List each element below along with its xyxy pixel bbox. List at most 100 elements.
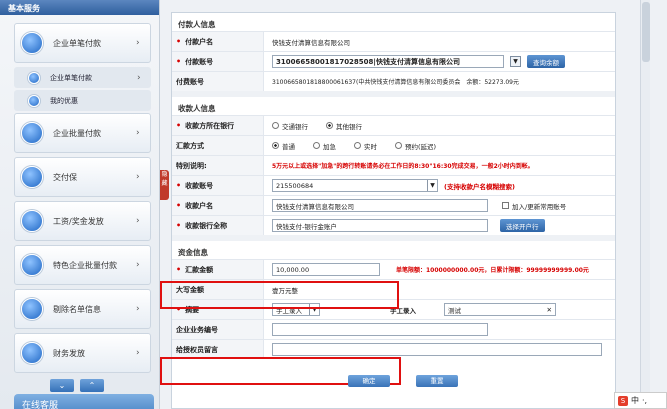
sidebar-header: 基本服务 (0, 0, 159, 15)
batch-payment-icon (21, 122, 43, 144)
add-frequent-account-checkbox[interactable]: 加入/更新常用账号 (502, 201, 566, 211)
sidebar-item-label: 交付保 (53, 172, 77, 182)
payer-voucher-value: 3100665801818800061637(中共快钱支付清算信息有限公司委员会 (272, 79, 461, 86)
sidebar-item-exclude-list[interactable]: 剔除名单信息 › (14, 289, 151, 329)
required-icon: • (176, 221, 182, 230)
payee-method-label: 汇款方式 (176, 141, 204, 150)
method-option-scheduled[interactable]: 预约(延迟) (395, 141, 436, 151)
special-batch-icon (21, 254, 43, 276)
sidebar-item-salary[interactable]: 工资/奖金发放 › (14, 201, 151, 241)
payee-bank-label: 收款银行全称 (185, 221, 228, 230)
payment-form: 付款人信息 • 付款户名 快钱支付清算信息有限公司 • 付款账号 310066580… (171, 12, 616, 409)
chevron-down-icon[interactable]: ▼ (427, 180, 437, 191)
bank-option-other[interactable]: 其他银行 (326, 121, 362, 131)
required-icon: • (176, 57, 182, 66)
sidebar-list: 企业单笔付款 › 企业单笔付款 › 我的优惠 企业批量付款 › 交付保 › 工资… (0, 15, 159, 392)
payee-bank-row: • 收款银行全称 快钱支付-银行金账户 选择开户行 (172, 215, 615, 235)
biz-no-row: 企业业务编号 (172, 319, 615, 339)
required-icon: • (176, 265, 182, 274)
chevron-right-icon: › (136, 172, 140, 182)
checkbox-icon (502, 202, 509, 209)
sidebar-item-finance[interactable]: 财务发放 › (14, 333, 151, 373)
offer-icon (28, 94, 40, 107)
scroll-down-button[interactable]: ⌄ (50, 379, 74, 392)
chevron-right-icon: › (136, 38, 140, 48)
transfer-icon (28, 71, 40, 84)
sidebar-item-special-batch[interactable]: 特色企业批量付款 › (14, 245, 151, 285)
method-option-urgent[interactable]: 加急 (313, 141, 336, 151)
ime-mode[interactable]: 中 (631, 395, 639, 406)
sidebar-subitem-single-payment[interactable]: 企业单笔付款 › (14, 67, 151, 88)
payee-name-row: • 收款户名 快钱支付清算信息有限公司 加入/更新常用账号 (172, 195, 615, 215)
chevron-right-icon: › (137, 72, 141, 83)
sidebar-item-jiaofubao[interactable]: 交付保 › (14, 157, 151, 197)
sidebar-item-label: 企业单笔付款 (50, 73, 92, 82)
sidebar-subitem-my-offers[interactable]: 我的优惠 (14, 90, 151, 111)
payee-bank-type-row: • 收款方所在银行 交通银行 其他银行 (172, 115, 615, 135)
chevron-right-icon: › (136, 304, 140, 314)
payee-bank-input[interactable]: 快钱支付-银行金账户 (272, 219, 488, 232)
radio-icon (272, 122, 279, 129)
payee-bank-type-label: 收款方所在银行 (185, 121, 235, 130)
method-option-normal[interactable]: 普通 (272, 141, 295, 151)
message-row: 给授权员留言 (172, 339, 615, 359)
scroll-up-button[interactable]: ⌃ (80, 379, 104, 392)
sidebar-item-label: 企业批量付款 (53, 128, 101, 138)
payee-account-hint: (支持收款户名模糊搜索) (444, 182, 515, 191)
collapse-sidebar-tab[interactable]: 隐藏 (160, 170, 169, 200)
payee-notice-row: 特别说明: 5万元以上或选择"加急"的跨行转账请务必在工作日的8:30"16:3… (172, 155, 615, 175)
sidebar-item-label: 特色企业批量付款 (53, 260, 117, 270)
ime-punct[interactable]: ·, (642, 396, 647, 405)
chevron-right-icon: › (136, 348, 140, 358)
radio-icon (395, 142, 402, 149)
payer-voucher-label: 付费账号 (176, 77, 204, 86)
sidebar-item-single-payment[interactable]: 企业单笔付款 › (14, 23, 151, 63)
payee-name-input[interactable]: 快钱支付清算信息有限公司 (272, 199, 488, 212)
sidebar-item-label: 企业单笔付款 (53, 38, 101, 48)
close-icon[interactable]: ✕ (547, 306, 552, 314)
confirm-button[interactable]: 确定 (348, 375, 390, 387)
payer-account-select[interactable]: 31006658001817028508|快钱支付清算信息有限公司 (272, 55, 504, 68)
app-root: 基本服务 企业单笔付款 › 企业单笔付款 › 我的优惠 企业批量付款 › 交付保… (0, 0, 667, 409)
payer-balance: 余额：52273.09元 (466, 79, 519, 86)
amount-row: • 汇款金额 10,000.00 单笔限额：1000000000.00元，日累计限… (172, 259, 615, 279)
radio-checked-icon (326, 122, 333, 129)
memo-input[interactable]: 测试 ✕ (444, 303, 556, 316)
biz-no-input[interactable] (272, 323, 488, 336)
payee-account-input[interactable]: 215500684 ▼ (272, 179, 438, 192)
scrollbar-thumb[interactable] (642, 2, 650, 62)
chevron-right-icon: › (136, 260, 140, 270)
online-service-button[interactable]: 在线客服 (14, 394, 154, 409)
sidebar-item-label: 工资/奖金发放 (53, 216, 104, 226)
payee-notice-label: 特别说明: (176, 161, 207, 170)
payee-method-row: 汇款方式 普通 加急 实时 预约(延迟) (172, 135, 615, 155)
select-bank-button[interactable]: 选择开户行 (500, 219, 545, 232)
payee-section: 收款人信息 • 收款方所在银行 交通银行 其他银行 汇款方式 普通 加急 实时 预… (172, 97, 615, 241)
reset-button[interactable]: 重置 (416, 375, 458, 387)
sidebar-item-label: 财务发放 (53, 348, 85, 358)
form-footer: 确定 重置 (176, 375, 458, 387)
payer-name-row: • 付款户名 快钱支付清算信息有限公司 (172, 31, 615, 51)
bank-option-jiaotong[interactable]: 交通银行 (272, 121, 308, 131)
sogou-icon: S (618, 395, 628, 406)
required-icon: • (176, 121, 182, 130)
highlight-amount-box (160, 281, 399, 309)
query-balance-button[interactable]: 查询余额 (527, 55, 565, 68)
salary-icon (21, 210, 43, 232)
amount-limit-text: 单笔限额：1000000000.00元，日累计限额：99999999999.00… (396, 267, 589, 274)
radio-checked-icon (272, 142, 279, 149)
biz-no-label: 企业业务编号 (176, 325, 218, 334)
sidebar-item-label: 我的优惠 (50, 96, 78, 105)
chevron-down-icon[interactable]: ▼ (510, 56, 521, 67)
sidebar-more: ⌄ ⌃ (50, 379, 159, 392)
message-input[interactable] (272, 343, 602, 356)
payer-name-label: 付款户名 (185, 37, 214, 46)
payer-account-label: 付款账号 (185, 57, 214, 66)
page-scrollbar[interactable] (640, 0, 650, 409)
payee-notice-text: 5万元以上或选择"加急"的跨行转账请务必在工作日的8:30"16:30完成交易，… (272, 163, 534, 170)
payee-account-row: • 收款账号 215500684 ▼ (支持收款户名模糊搜索) (172, 175, 615, 195)
sidebar-item-batch-payment[interactable]: 企业批量付款 › (14, 113, 151, 153)
sidebar: 基本服务 企业单笔付款 › 企业单笔付款 › 我的优惠 企业批量付款 › 交付保… (0, 0, 160, 409)
amount-input[interactable]: 10,000.00 (272, 263, 380, 276)
method-option-realtime[interactable]: 实时 (354, 141, 377, 151)
